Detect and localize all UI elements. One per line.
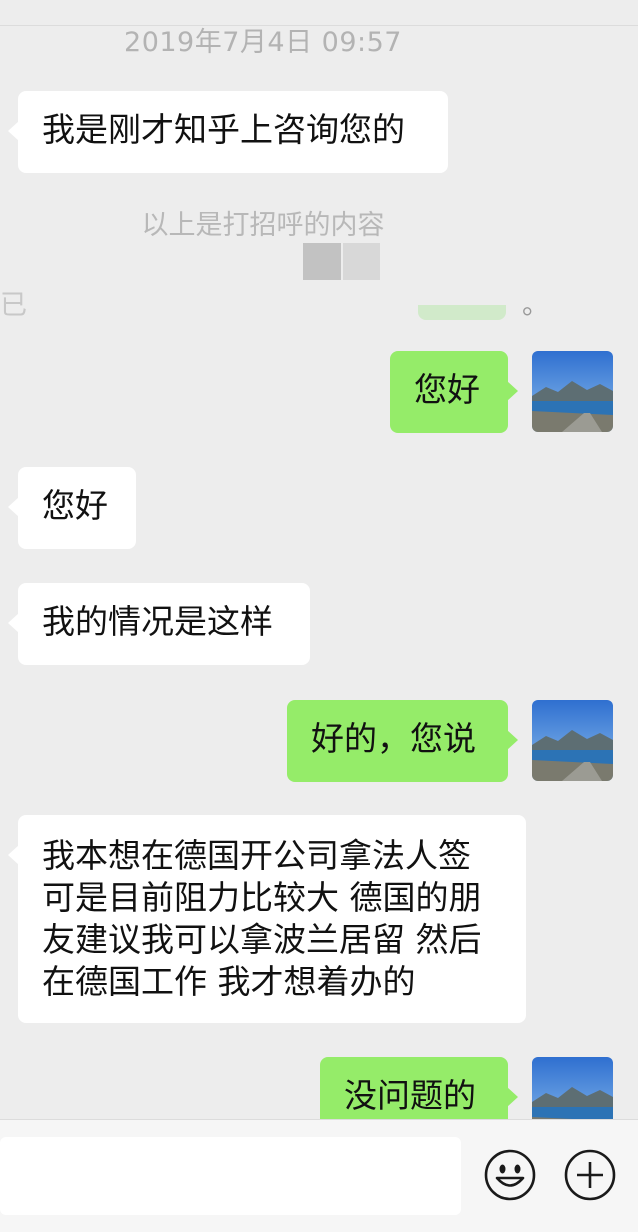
incoming-message[interactable]: 您好 (8, 467, 136, 549)
chat-timestamp: 2019年7月4日 09:57 (124, 27, 402, 58)
landscape-avatar-image (532, 700, 613, 781)
redacted-block (343, 243, 380, 280)
message-line: 可是目前阻力比较大 德国的朋 (42, 878, 482, 917)
my-avatar[interactable] (532, 351, 613, 432)
incoming-message[interactable]: 我的情况是这样 (8, 583, 310, 665)
system-notice-end: 。 (522, 290, 549, 321)
message-line: 我本想在德国开公司拿法人签 (42, 836, 471, 875)
more-button[interactable] (564, 1149, 616, 1201)
outgoing-message[interactable]: 您好 (390, 351, 518, 433)
incoming-message-multiline[interactable]: 我本想在德国开公司拿法人签 可是目前阻力比较大 德国的朋 友建议我可以拿波兰居留… (8, 815, 526, 1023)
landscape-avatar-image (532, 351, 613, 432)
my-avatar[interactable] (532, 700, 613, 781)
message-line: 友建议我可以拿波兰居留 然后 (42, 920, 482, 959)
incoming-message[interactable]: 我是刚才知乎上咨询您的 (8, 91, 448, 173)
system-notice-partial: 已 (0, 290, 27, 321)
plus-icon (564, 1149, 616, 1201)
redacted-block (303, 243, 341, 280)
emoji-icon (484, 1149, 536, 1201)
outgoing-message[interactable]: 好的，您说 (287, 700, 518, 782)
system-notice: 以上是打招呼的内容 (141, 210, 385, 241)
emoji-button[interactable] (484, 1149, 536, 1201)
hidden-bubble-edge (418, 305, 506, 320)
message-input[interactable] (0, 1137, 461, 1215)
message-line: 在德国工作 我才想着办的 (42, 962, 416, 1001)
